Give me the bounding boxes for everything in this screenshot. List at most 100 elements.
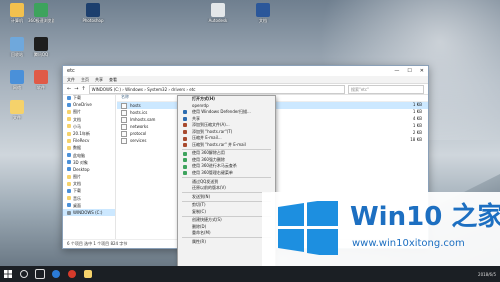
nav-item[interactable]: 图片	[63, 108, 115, 115]
windows-start-icon	[4, 270, 12, 278]
desktop-icon[interactable]: Autodesk	[205, 3, 231, 23]
nav-item[interactable]: OneDrive	[63, 101, 115, 108]
nav-item[interactable]: 3D 对象	[63, 159, 115, 166]
menu-item-label: 共享	[192, 115, 200, 121]
menu-item-icon	[183, 110, 187, 115]
doc-icon	[211, 3, 225, 17]
nav-item[interactable]: 此电脑	[63, 152, 115, 159]
nav-item[interactable]: 桌面	[63, 202, 115, 209]
menu-item-icon	[183, 164, 187, 169]
menu-item-label: 重命名(M)	[192, 230, 211, 236]
brand-title: Win10 之家	[350, 202, 500, 232]
desktop-icon[interactable]: 360极速浏览器	[28, 3, 54, 23]
file-size: 2 KB	[412, 130, 422, 135]
brand-watermark: Win10 之家 www.win10xitong.com	[262, 192, 500, 266]
taskbar: 2018/6/5	[0, 266, 500, 282]
nav-item-label: Desktop	[73, 166, 90, 172]
nav-item[interactable]: WINDOWS (C:)	[63, 209, 115, 217]
search-input[interactable]: 搜索"etc"	[348, 84, 424, 94]
start-button[interactable]	[0, 266, 16, 282]
nav-item-icon	[67, 203, 71, 208]
nav-item-label: 音乐	[73, 195, 81, 201]
menu-item-label: 属性(R)	[192, 238, 206, 244]
taskbar-explorer-button[interactable]	[80, 266, 96, 282]
ribbon-tab[interactable]: 主页	[81, 77, 89, 83]
nav-item[interactable]: Desktop	[63, 166, 115, 173]
tray-clock[interactable]: 2018/6/5	[478, 272, 496, 277]
file-size: 18 KB	[410, 137, 422, 142]
nav-item[interactable]: 小马	[63, 123, 115, 130]
desktop-icon[interactable]: Photoshop	[80, 3, 106, 23]
nav-item[interactable]: 文档	[63, 180, 115, 187]
recycle-icon	[10, 37, 24, 51]
menu-item-label: 使用 360进行木马云查杀	[192, 163, 237, 169]
menu-item-icon	[183, 130, 187, 135]
ribbon-tab[interactable]: 共享	[95, 77, 103, 83]
menu-item-label: 通过QQ发送到	[192, 178, 219, 184]
nav-item[interactable]: 20.1年新	[63, 130, 115, 137]
menu-item-label: 添加到 "hosts.rar"(T)	[192, 128, 233, 134]
desktop-icon[interactable]: 文档	[250, 3, 276, 23]
nav-item-icon	[67, 102, 71, 107]
maximize-icon[interactable]: ☐	[407, 68, 411, 74]
desktop-icon[interactable]: 软件	[28, 70, 54, 90]
desktop-icon-label: Autodesk	[208, 18, 228, 23]
back-icon[interactable]: ←	[67, 86, 71, 92]
file-icon	[121, 123, 127, 130]
taskbar-app-button[interactable]	[64, 266, 80, 282]
nav-item-icon	[67, 145, 71, 150]
network-icon	[10, 70, 24, 84]
nav-item-label: 桌面	[73, 202, 81, 208]
forward-icon[interactable]: →	[74, 86, 78, 92]
close-icon[interactable]: ✕	[420, 68, 424, 74]
browser-icon	[34, 3, 48, 17]
menu-item-label: 剪切(T)	[192, 202, 206, 208]
taskbar-taskview-button[interactable]	[32, 266, 48, 282]
context-menu-item[interactable]: 发送到(N)	[178, 194, 275, 201]
nav-item-label: WINDOWS (C:)	[73, 210, 103, 215]
nav-item[interactable]: 文档	[63, 116, 115, 123]
context-menu-item[interactable]: 属性(R)	[178, 239, 275, 246]
nav-item-label: 下载	[73, 188, 81, 194]
context-menu-item[interactable]: 重命名(M)	[178, 230, 275, 237]
window-titlebar[interactable]: etc — ☐ ✕	[63, 66, 428, 76]
menu-item-icon	[183, 158, 187, 163]
nav-item[interactable]: 图片	[63, 173, 115, 180]
nav-item-label: 3D 对象	[73, 159, 88, 165]
address-bar[interactable]: WINDOWS (C:) › Windows › System32 › driv…	[88, 84, 345, 94]
menu-item-label: 压缩到 "hosts.rar" 并 E-mail	[192, 141, 246, 147]
ribbon-tab[interactable]: 文件	[67, 77, 75, 83]
app-icon	[68, 270, 76, 278]
ribbon-tabs: 文件 主页 共享 查看	[63, 76, 428, 84]
taskbar-browser-button[interactable]	[48, 266, 64, 282]
menu-item-label: 发送到(N)	[192, 193, 211, 199]
ribbon-tab[interactable]: 查看	[109, 77, 117, 83]
menu-item-label: 使用 360强力删除	[192, 156, 225, 162]
desktop-icon[interactable]: 网络	[4, 70, 30, 90]
taskbar-search-button[interactable]	[16, 266, 32, 282]
context-menu-item[interactable]: 复制(C)	[178, 209, 275, 216]
file-sizes: 1 KB 1 KB 4 KB 1 KB 2 KB 18 KB	[402, 101, 422, 143]
column-name[interactable]: 名称	[121, 94, 129, 101]
nav-item[interactable]: 数据	[63, 144, 115, 151]
menu-item-label: 删除(D)	[192, 223, 207, 229]
nav-item[interactable]: 音乐	[63, 195, 115, 202]
desktop-icon[interactable]: 文件	[4, 100, 30, 120]
nav-item-icon	[67, 95, 71, 100]
up-icon[interactable]: ↑	[81, 86, 85, 92]
context-menu-item[interactable]: 还原以前的版本(V)	[178, 185, 275, 192]
desktop-icon[interactable]: 计算机	[4, 3, 30, 23]
desktop-icon-label: 腾讯QQ	[33, 52, 49, 57]
nav-item-label: 小马	[73, 123, 81, 129]
computer-icon	[10, 3, 24, 17]
context-menu-item[interactable]: 使用 360管理右键菜单	[178, 170, 275, 177]
nav-item[interactable]: 下载	[63, 94, 115, 101]
desktop-icon[interactable]: 腾讯QQ	[28, 37, 54, 57]
context-menu-item[interactable]: 压缩到 "hosts.rar" 并 E-mail	[178, 142, 275, 149]
nav-item-label: 图片	[73, 109, 81, 115]
minimize-icon[interactable]: —	[394, 68, 399, 74]
desktop-icon-label: 回收站	[11, 52, 23, 57]
nav-item[interactable]: FileRecv	[63, 137, 115, 144]
desktop-icon[interactable]: 回收站	[4, 37, 30, 57]
nav-item[interactable]: 下载	[63, 187, 115, 194]
